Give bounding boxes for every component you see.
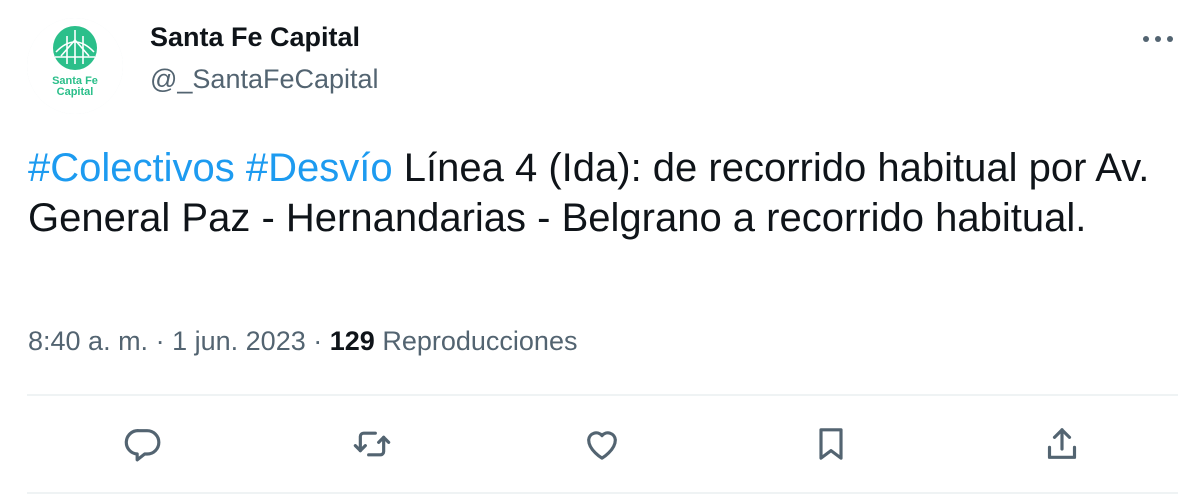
author-handle[interactable]: @_SantaFeCapital: [150, 64, 379, 95]
santa-fe-logo: Santa Fe Capital: [27, 18, 123, 114]
tweet-text: #Colectivos #Desvío Línea 4 (Ida): de re…: [28, 143, 1168, 243]
like-button[interactable]: [572, 414, 632, 474]
more-icon: [1143, 36, 1173, 42]
hashtag-link[interactable]: #Desvío: [246, 146, 393, 190]
divider: [27, 394, 1178, 396]
tweet-date[interactable]: 1 jun. 2023: [172, 326, 306, 356]
share-icon: [1047, 428, 1077, 459]
tweet-card: Santa Fe Capital Santa Fe Capital @_Sant…: [0, 0, 1200, 504]
more-button[interactable]: [1136, 22, 1180, 56]
retweet-icon: [353, 431, 391, 457]
bookmark-button[interactable]: [801, 414, 861, 474]
bookmark-icon: [819, 428, 843, 460]
divider: [27, 492, 1178, 494]
share-button[interactable]: [1032, 414, 1092, 474]
svg-text:Capital: Capital: [57, 86, 94, 98]
reply-button[interactable]: [113, 414, 173, 474]
views-label: Reproducciones: [382, 326, 578, 356]
like-icon: [587, 431, 617, 460]
views-count: 129: [329, 326, 375, 356]
tweet-meta: 8:40 a. m. · 1 jun. 2023 · 129 Reproducc…: [28, 326, 577, 357]
retweet-button[interactable]: [342, 414, 402, 474]
author-name[interactable]: Santa Fe Capital: [150, 22, 360, 53]
reply-icon: [124, 429, 161, 462]
avatar[interactable]: Santa Fe Capital: [27, 18, 123, 114]
meta-separator: ·: [313, 326, 323, 356]
action-bar: [0, 414, 1200, 474]
tweet-time[interactable]: 8:40 a. m.: [28, 326, 148, 356]
meta-separator: ·: [155, 326, 165, 356]
hashtag-link[interactable]: #Colectivos: [28, 146, 235, 190]
